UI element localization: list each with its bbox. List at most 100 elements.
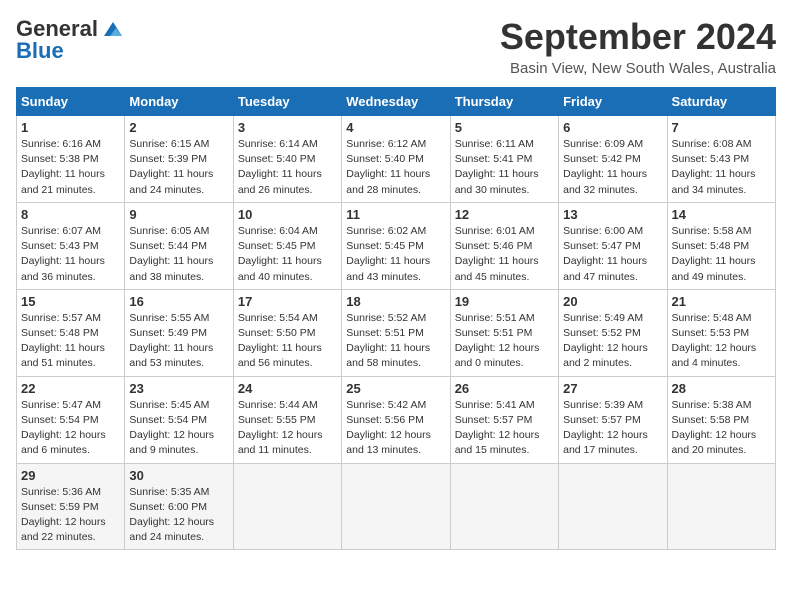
day-info: Sunrise: 5:52 AM Sunset: 5:51 PM Dayligh… (346, 311, 445, 372)
day-number: 4 (346, 120, 445, 135)
header-sunday: Sunday (17, 88, 125, 116)
table-row: 8 Sunrise: 6:07 AM Sunset: 5:43 PM Dayli… (17, 202, 125, 289)
table-row: 13 Sunrise: 6:00 AM Sunset: 5:47 PM Dayl… (559, 202, 667, 289)
table-row: 24 Sunrise: 5:44 AM Sunset: 5:55 PM Dayl… (233, 376, 341, 463)
day-info: Sunrise: 5:36 AM Sunset: 5:59 PM Dayligh… (21, 485, 120, 546)
table-row: 2 Sunrise: 6:15 AM Sunset: 5:39 PM Dayli… (125, 116, 233, 203)
day-info: Sunrise: 5:39 AM Sunset: 5:57 PM Dayligh… (563, 398, 662, 459)
day-info: Sunrise: 6:08 AM Sunset: 5:43 PM Dayligh… (672, 137, 771, 198)
header-thursday: Thursday (450, 88, 558, 116)
table-row: 30 Sunrise: 5:35 AM Sunset: 6:00 PM Dayl… (125, 463, 233, 550)
table-row: 16 Sunrise: 5:55 AM Sunset: 5:49 PM Dayl… (125, 289, 233, 376)
table-row: 4 Sunrise: 6:12 AM Sunset: 5:40 PM Dayli… (342, 116, 450, 203)
logo-blue: Blue (16, 38, 64, 64)
calendar-table: Sunday Monday Tuesday Wednesday Thursday… (16, 87, 776, 550)
day-number: 27 (563, 381, 662, 396)
day-info: Sunrise: 5:58 AM Sunset: 5:48 PM Dayligh… (672, 224, 771, 285)
header-wednesday: Wednesday (342, 88, 450, 116)
table-row (667, 463, 775, 550)
table-row: 19 Sunrise: 5:51 AM Sunset: 5:51 PM Dayl… (450, 289, 558, 376)
day-info: Sunrise: 6:02 AM Sunset: 5:45 PM Dayligh… (346, 224, 445, 285)
day-info: Sunrise: 6:01 AM Sunset: 5:46 PM Dayligh… (455, 224, 554, 285)
table-row: 20 Sunrise: 5:49 AM Sunset: 5:52 PM Dayl… (559, 289, 667, 376)
table-row (233, 463, 341, 550)
day-info: Sunrise: 5:57 AM Sunset: 5:48 PM Dayligh… (21, 311, 120, 372)
day-info: Sunrise: 6:04 AM Sunset: 5:45 PM Dayligh… (238, 224, 337, 285)
day-number: 14 (672, 207, 771, 222)
header-tuesday: Tuesday (233, 88, 341, 116)
header-friday: Friday (559, 88, 667, 116)
calendar-week-row: 1 Sunrise: 6:16 AM Sunset: 5:38 PM Dayli… (17, 116, 776, 203)
table-row: 6 Sunrise: 6:09 AM Sunset: 5:42 PM Dayli… (559, 116, 667, 203)
table-row: 18 Sunrise: 5:52 AM Sunset: 5:51 PM Dayl… (342, 289, 450, 376)
month-title: September 2024 (500, 16, 776, 58)
calendar-header-row: Sunday Monday Tuesday Wednesday Thursday… (17, 88, 776, 116)
table-row: 25 Sunrise: 5:42 AM Sunset: 5:56 PM Dayl… (342, 376, 450, 463)
day-number: 12 (455, 207, 554, 222)
calendar-week-row: 15 Sunrise: 5:57 AM Sunset: 5:48 PM Dayl… (17, 289, 776, 376)
day-number: 16 (129, 294, 228, 309)
day-info: Sunrise: 6:11 AM Sunset: 5:41 PM Dayligh… (455, 137, 554, 198)
day-number: 5 (455, 120, 554, 135)
table-row: 23 Sunrise: 5:45 AM Sunset: 5:54 PM Dayl… (125, 376, 233, 463)
table-row: 21 Sunrise: 5:48 AM Sunset: 5:53 PM Dayl… (667, 289, 775, 376)
location: Basin View, New South Wales, Australia (500, 60, 776, 77)
table-row: 12 Sunrise: 6:01 AM Sunset: 5:46 PM Dayl… (450, 202, 558, 289)
logo-icon (102, 20, 124, 38)
day-info: Sunrise: 5:55 AM Sunset: 5:49 PM Dayligh… (129, 311, 228, 372)
table-row: 17 Sunrise: 5:54 AM Sunset: 5:50 PM Dayl… (233, 289, 341, 376)
table-row: 15 Sunrise: 5:57 AM Sunset: 5:48 PM Dayl… (17, 289, 125, 376)
day-info: Sunrise: 5:42 AM Sunset: 5:56 PM Dayligh… (346, 398, 445, 459)
day-info: Sunrise: 6:16 AM Sunset: 5:38 PM Dayligh… (21, 137, 120, 198)
table-row: 29 Sunrise: 5:36 AM Sunset: 5:59 PM Dayl… (17, 463, 125, 550)
day-info: Sunrise: 6:07 AM Sunset: 5:43 PM Dayligh… (21, 224, 120, 285)
day-number: 19 (455, 294, 554, 309)
day-number: 24 (238, 381, 337, 396)
day-info: Sunrise: 5:35 AM Sunset: 6:00 PM Dayligh… (129, 485, 228, 546)
day-number: 23 (129, 381, 228, 396)
day-info: Sunrise: 5:47 AM Sunset: 5:54 PM Dayligh… (21, 398, 120, 459)
day-info: Sunrise: 6:15 AM Sunset: 5:39 PM Dayligh… (129, 137, 228, 198)
day-number: 11 (346, 207, 445, 222)
day-number: 9 (129, 207, 228, 222)
day-number: 13 (563, 207, 662, 222)
day-number: 1 (21, 120, 120, 135)
day-info: Sunrise: 6:05 AM Sunset: 5:44 PM Dayligh… (129, 224, 228, 285)
day-number: 7 (672, 120, 771, 135)
table-row (342, 463, 450, 550)
day-number: 28 (672, 381, 771, 396)
table-row: 5 Sunrise: 6:11 AM Sunset: 5:41 PM Dayli… (450, 116, 558, 203)
table-row: 1 Sunrise: 6:16 AM Sunset: 5:38 PM Dayli… (17, 116, 125, 203)
table-row: 14 Sunrise: 5:58 AM Sunset: 5:48 PM Dayl… (667, 202, 775, 289)
table-row: 28 Sunrise: 5:38 AM Sunset: 5:58 PM Dayl… (667, 376, 775, 463)
day-info: Sunrise: 5:38 AM Sunset: 5:58 PM Dayligh… (672, 398, 771, 459)
day-number: 18 (346, 294, 445, 309)
day-number: 29 (21, 468, 120, 483)
table-row: 7 Sunrise: 6:08 AM Sunset: 5:43 PM Dayli… (667, 116, 775, 203)
day-info: Sunrise: 5:41 AM Sunset: 5:57 PM Dayligh… (455, 398, 554, 459)
header-saturday: Saturday (667, 88, 775, 116)
day-info: Sunrise: 5:49 AM Sunset: 5:52 PM Dayligh… (563, 311, 662, 372)
day-info: Sunrise: 5:48 AM Sunset: 5:53 PM Dayligh… (672, 311, 771, 372)
day-info: Sunrise: 5:44 AM Sunset: 5:55 PM Dayligh… (238, 398, 337, 459)
day-info: Sunrise: 6:12 AM Sunset: 5:40 PM Dayligh… (346, 137, 445, 198)
table-row (559, 463, 667, 550)
day-number: 6 (563, 120, 662, 135)
table-row: 3 Sunrise: 6:14 AM Sunset: 5:40 PM Dayli… (233, 116, 341, 203)
header-monday: Monday (125, 88, 233, 116)
day-number: 10 (238, 207, 337, 222)
calendar-week-row: 22 Sunrise: 5:47 AM Sunset: 5:54 PM Dayl… (17, 376, 776, 463)
day-info: Sunrise: 5:45 AM Sunset: 5:54 PM Dayligh… (129, 398, 228, 459)
table-row (450, 463, 558, 550)
day-info: Sunrise: 5:54 AM Sunset: 5:50 PM Dayligh… (238, 311, 337, 372)
day-number: 20 (563, 294, 662, 309)
day-number: 26 (455, 381, 554, 396)
day-info: Sunrise: 5:51 AM Sunset: 5:51 PM Dayligh… (455, 311, 554, 372)
day-info: Sunrise: 6:14 AM Sunset: 5:40 PM Dayligh… (238, 137, 337, 198)
table-row: 9 Sunrise: 6:05 AM Sunset: 5:44 PM Dayli… (125, 202, 233, 289)
day-number: 22 (21, 381, 120, 396)
day-number: 25 (346, 381, 445, 396)
day-number: 17 (238, 294, 337, 309)
day-number: 30 (129, 468, 228, 483)
day-number: 8 (21, 207, 120, 222)
